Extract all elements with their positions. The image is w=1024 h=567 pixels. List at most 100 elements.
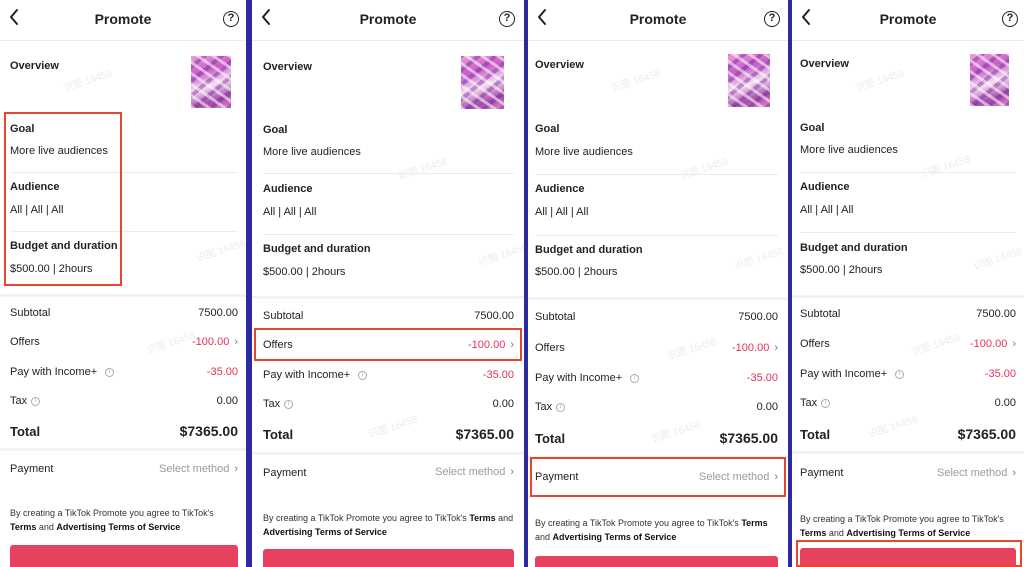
- divider: [528, 297, 788, 300]
- promote-screen-2: Promote ? Overview Goal More live audien…: [252, 0, 524, 567]
- budget-value[interactable]: $500.00 | 2hours: [263, 266, 345, 278]
- overview-label: Overview: [535, 59, 584, 71]
- help-icon[interactable]: ?: [223, 11, 239, 27]
- goal-value[interactable]: More live audiences: [10, 145, 108, 157]
- watermark: 识图 16458: [145, 330, 197, 357]
- goal-value[interactable]: More live audiences: [535, 146, 633, 158]
- promote-button[interactable]: [800, 548, 1016, 567]
- watermark: 识图 16458: [397, 156, 449, 183]
- tax-row: Tax i: [800, 397, 831, 409]
- payment-label[interactable]: Payment: [535, 471, 578, 483]
- divider: [263, 234, 514, 235]
- goal-label: Goal: [263, 124, 288, 136]
- payment-label[interactable]: Payment: [800, 467, 843, 479]
- live-thumbnail: [191, 56, 231, 108]
- offers-row[interactable]: -100.00 ›: [468, 339, 514, 351]
- income-label: Pay with Income+: [535, 372, 623, 384]
- terms-text: By creating a TikTok Promote you agree t…: [10, 506, 238, 534]
- payment-placeholder: Select method: [937, 467, 1008, 479]
- info-icon[interactable]: i: [105, 367, 115, 377]
- divider: [252, 452, 524, 455]
- divider: [10, 172, 238, 173]
- advertising-terms-link[interactable]: Advertising Terms of Service: [56, 522, 180, 532]
- offers-label[interactable]: Offers: [263, 339, 293, 351]
- payment-placeholder: Select method: [159, 463, 230, 475]
- terms-link[interactable]: Terms: [800, 528, 826, 538]
- offers-row[interactable]: -100.00 ›: [970, 338, 1016, 350]
- terms-prefix: By creating a TikTok Promote you agree t…: [800, 514, 1004, 524]
- audience-value[interactable]: All | All | All: [800, 204, 853, 216]
- goal-value[interactable]: More live audiences: [800, 144, 898, 156]
- goal-value[interactable]: More live audiences: [263, 146, 361, 158]
- total-label: Total: [800, 427, 831, 442]
- subtotal-label: Subtotal: [10, 307, 51, 319]
- terms-link[interactable]: Terms: [469, 513, 495, 523]
- audience-value[interactable]: All | All | All: [10, 204, 63, 216]
- divider: [263, 173, 514, 174]
- income-row: Pay with Income+ i: [263, 369, 368, 381]
- income-label: Pay with Income+: [10, 366, 98, 378]
- goal-label: Goal: [535, 123, 560, 135]
- header: Promote ?: [528, 0, 788, 41]
- payment-label[interactable]: Payment: [10, 463, 53, 475]
- budget-value[interactable]: $500.00 | 2hours: [10, 263, 92, 275]
- income-label: Pay with Income+: [800, 368, 888, 380]
- budget-value[interactable]: $500.00 | 2hours: [800, 264, 882, 276]
- terms-link[interactable]: Terms: [10, 522, 36, 532]
- overview-label: Overview: [10, 60, 59, 72]
- subtotal-label: Subtotal: [263, 310, 304, 322]
- offers-row[interactable]: -100.00 ›: [732, 342, 778, 354]
- offers-value: -100.00: [732, 342, 770, 354]
- offers-label[interactable]: Offers: [800, 338, 830, 350]
- watermark: 识图 16458: [477, 242, 524, 269]
- watermark: 识图 16458: [367, 414, 419, 441]
- income-value: -35.00: [746, 372, 778, 384]
- offers-row[interactable]: -100.00 ›: [192, 336, 238, 348]
- subtotal-value: 7500.00: [474, 310, 514, 322]
- page-title: Promote: [629, 11, 687, 27]
- info-icon[interactable]: i: [821, 398, 831, 408]
- advertising-terms-link[interactable]: Advertising Terms of Service: [263, 527, 387, 537]
- tax-value: 0.00: [492, 398, 514, 410]
- payment-method-selector[interactable]: Select method ›: [159, 463, 238, 475]
- help-icon[interactable]: ?: [499, 11, 515, 27]
- offers-label[interactable]: Offers: [10, 336, 40, 348]
- subtotal-label: Subtotal: [535, 311, 576, 323]
- divider: [800, 232, 1016, 233]
- advertising-terms-link[interactable]: Advertising Terms of Service: [846, 528, 970, 538]
- help-icon[interactable]: ?: [1002, 11, 1018, 27]
- payment-label[interactable]: Payment: [263, 467, 306, 479]
- info-icon[interactable]: i: [31, 396, 41, 406]
- offers-label[interactable]: Offers: [535, 342, 565, 354]
- watermark: 识图 16458: [62, 68, 114, 95]
- subtotal-value: 7500.00: [738, 311, 778, 323]
- payment-method-selector[interactable]: Select method ›: [435, 466, 514, 478]
- total-label: Total: [10, 424, 41, 439]
- info-icon[interactable]: i: [358, 370, 368, 380]
- info-icon[interactable]: i: [630, 373, 640, 383]
- audience-value[interactable]: All | All | All: [263, 206, 316, 218]
- promote-button[interactable]: [535, 556, 778, 567]
- tax-label: Tax: [263, 398, 281, 410]
- terms-link[interactable]: Terms: [741, 518, 767, 528]
- audience-value[interactable]: All | All | All: [535, 206, 588, 218]
- budget-label: Budget and duration: [535, 244, 643, 256]
- watermark: 识图 16458: [910, 332, 962, 359]
- info-icon[interactable]: i: [556, 402, 566, 412]
- budget-label: Budget and duration: [800, 242, 908, 254]
- info-icon[interactable]: i: [895, 369, 905, 379]
- promote-button[interactable]: [263, 549, 514, 567]
- income-row: Pay with Income+ i: [800, 368, 905, 380]
- total-value: $7365.00: [179, 423, 238, 439]
- help-icon[interactable]: ?: [764, 11, 780, 27]
- promote-screen-4: Promote ? Overview 识图 16458 Goal More li…: [792, 0, 1024, 567]
- divider: [10, 231, 238, 232]
- info-icon[interactable]: i: [284, 399, 294, 409]
- tax-value: 0.00: [216, 395, 238, 407]
- promote-button[interactable]: [10, 545, 238, 567]
- payment-method-selector[interactable]: Select method ›: [937, 467, 1016, 479]
- payment-method-selector[interactable]: Select method ›: [699, 471, 778, 483]
- budget-value[interactable]: $500.00 | 2hours: [535, 266, 617, 278]
- promote-screen-3: Promote ? Overview 识图 16458 Goal More li…: [528, 0, 788, 567]
- advertising-terms-link[interactable]: Advertising Terms of Service: [553, 532, 677, 542]
